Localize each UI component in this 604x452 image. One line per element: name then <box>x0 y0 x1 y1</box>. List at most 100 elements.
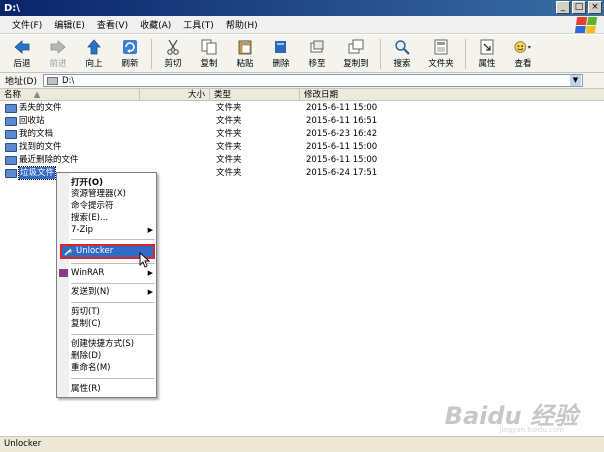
menu-item-send-to[interactable]: 发送到(N) ▶ <box>71 287 155 298</box>
folders-button[interactable]: 文件夹 <box>420 36 462 72</box>
views-button[interactable]: 查看 <box>505 36 541 72</box>
menu-item-7zip[interactable]: 7-Zip ▶ <box>71 225 155 236</box>
delete-button[interactable]: 删除 <box>263 36 299 72</box>
menu-item-open[interactable]: 打开(O) <box>71 178 155 189</box>
menu-tools[interactable]: 工具(T) <box>177 18 220 31</box>
menu-item-cmd[interactable]: 命令提示符 <box>71 201 155 212</box>
refresh-icon <box>121 39 139 55</box>
menu-item-rename[interactable]: 重命名(M) <box>71 363 155 374</box>
delete-icon <box>272 39 290 55</box>
list-item[interactable]: 找到的文件 文件夹 2015-6-11 15:00 <box>0 141 604 153</box>
context-menu: 打开(O) 资源管理器(X) 命令提示符 搜索(E)... 7-Zip ▶ Un… <box>56 172 157 398</box>
menu-edit[interactable]: 编辑(E) <box>48 18 91 31</box>
forward-button[interactable]: 前进 <box>40 36 76 72</box>
menu-item-cut[interactable]: 剪切(T) <box>71 307 155 318</box>
file-name: 丢失的文件 <box>19 103 62 113</box>
refresh-button[interactable]: 刷新 <box>112 36 148 72</box>
copy-to-button[interactable]: 复制到 <box>335 36 377 72</box>
status-text: Unlocker <box>4 439 42 449</box>
views-icon <box>514 39 532 55</box>
forward-arrow-icon <box>49 39 67 55</box>
back-arrow-icon <box>13 39 31 55</box>
search-button[interactable]: 搜索 <box>384 36 420 72</box>
search-label: 搜索 <box>393 58 411 69</box>
list-item[interactable]: 我的文档 文件夹 2015-6-23 16:42 <box>0 128 604 140</box>
file-type: 文件夹 <box>216 103 242 113</box>
menu-item-delete[interactable]: 删除(D) <box>71 351 155 362</box>
copy-icon <box>200 39 218 55</box>
submenu-arrow-icon: ▶ <box>147 288 153 296</box>
menu-item-copy[interactable]: 复制(C) <box>71 319 155 330</box>
toolbar-divider <box>380 38 381 69</box>
copy-to-label: 复制到 <box>343 58 369 69</box>
chevron-down-icon[interactable]: ▼ <box>569 75 581 86</box>
list-item[interactable]: 最近删除的文件 文件夹 2015-6-11 15:00 <box>0 154 604 166</box>
file-type: 文件夹 <box>216 116 242 126</box>
minimize-button[interactable]: _ <box>556 1 570 14</box>
cut-label: 剪切 <box>164 58 182 69</box>
folder-icon <box>5 103 17 113</box>
column-size[interactable]: 大小 <box>140 89 210 101</box>
up-label: 向上 <box>85 58 103 69</box>
column-type[interactable]: 类型 <box>210 89 300 101</box>
menu-file[interactable]: 文件(F) <box>6 18 48 31</box>
menu-gutter <box>57 173 69 397</box>
submenu-arrow-icon: ▶ <box>147 226 153 234</box>
file-name: 最近删除的文件 <box>19 155 79 165</box>
address-input[interactable]: D:\ ▼ <box>42 74 583 87</box>
menu-item-winrar-label: WinRAR <box>71 268 105 278</box>
cut-button[interactable]: 剪切 <box>155 36 191 72</box>
move-to-label: 移至 <box>308 58 326 69</box>
file-name: 找到的文件 <box>19 142 62 152</box>
copy-label: 复制 <box>200 58 218 69</box>
toolbar-divider <box>465 38 466 69</box>
scissors-icon <box>164 39 182 55</box>
window-title: D:\ <box>4 2 20 14</box>
close-button[interactable]: × <box>588 1 602 14</box>
properties-label: 属性 <box>478 58 496 69</box>
menu-view[interactable]: 查看(V) <box>91 18 134 31</box>
unlocker-wand-icon <box>64 247 74 256</box>
list-item[interactable]: 回收站 文件夹 2015-6-11 16:51 <box>0 115 604 127</box>
paste-button[interactable]: 粘贴 <box>227 36 263 72</box>
file-type: 文件夹 <box>216 155 242 165</box>
menu-item-properties[interactable]: 属性(R) <box>71 384 155 395</box>
column-modified[interactable]: 修改日期 <box>300 89 604 101</box>
file-type: 文件夹 <box>216 129 242 139</box>
drive-icon <box>46 76 58 85</box>
menu-help[interactable]: 帮助(H) <box>220 18 264 31</box>
menu-favorites[interactable]: 收藏(A) <box>134 18 177 31</box>
copy-to-icon <box>347 39 365 55</box>
menu-item-explorer[interactable]: 资源管理器(X) <box>71 189 155 200</box>
folder-icon <box>5 142 17 152</box>
move-to-button[interactable]: 移至 <box>299 36 335 72</box>
views-label: 查看 <box>514 58 532 69</box>
folder-icon <box>5 129 17 139</box>
column-name[interactable]: 名称 ▲ <box>0 89 140 101</box>
mouse-pointer-icon <box>139 251 151 271</box>
file-date: 2015-6-24 17:51 <box>306 168 378 178</box>
menu-item-create-shortcut[interactable]: 创建快捷方式(S) <box>71 339 155 350</box>
list-item[interactable]: 丢失的文件 文件夹 2015-6-11 15:00 <box>0 102 604 114</box>
copy-button[interactable]: 复制 <box>191 36 227 72</box>
maximize-button[interactable]: □ <box>572 1 586 14</box>
file-name: 我的文档 <box>19 129 54 139</box>
recycle-bin-icon <box>5 116 17 126</box>
address-label: 地址(D) <box>5 77 37 87</box>
paste-label: 粘贴 <box>236 58 254 69</box>
watermark-url: jingyan.baidu.com <box>499 426 564 434</box>
back-button[interactable]: 后退 <box>4 36 40 72</box>
back-label: 后退 <box>13 58 31 69</box>
forward-label: 前进 <box>49 58 67 69</box>
up-button[interactable]: 向上 <box>76 36 112 72</box>
menu-item-search[interactable]: 搜索(E)... <box>71 213 155 224</box>
file-date: 2015-6-11 15:00 <box>306 103 378 113</box>
folder-icon <box>5 155 17 165</box>
up-arrow-icon <box>85 38 103 55</box>
file-type: 文件夹 <box>216 168 242 178</box>
menu-separator <box>71 239 155 240</box>
properties-icon <box>478 39 496 55</box>
file-date: 2015-6-11 15:00 <box>306 142 378 152</box>
menu-bar: 文件(F) 编辑(E) 查看(V) 收藏(A) 工具(T) 帮助(H) <box>0 16 604 34</box>
properties-button[interactable]: 属性 <box>469 36 505 72</box>
